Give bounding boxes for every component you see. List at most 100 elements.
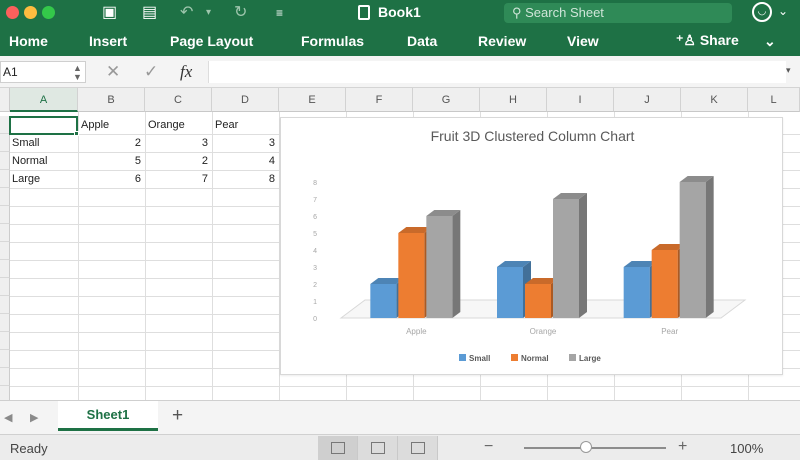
search-sheet-input[interactable]: ⚲ Search Sheet (504, 3, 732, 23)
column-header-h[interactable]: H (480, 88, 547, 112)
feedback-smiley-icon[interactable]: ◡ (752, 2, 772, 22)
chart-object[interactable]: Fruit 3D Clustered Column Chart 0 1 2 3 4 5 6 7 8… (280, 117, 783, 375)
minimize-window-button[interactable] (24, 6, 37, 19)
previous-sheet-icon[interactable]: ◀ (4, 411, 12, 424)
name-box[interactable]: A1 ▲ ▼ (0, 61, 86, 83)
sheet-tab-sheet1[interactable]: Sheet1 (58, 401, 158, 431)
tab-page-layout[interactable]: Page Layout (170, 33, 253, 49)
page-layout-view-button[interactable] (358, 436, 398, 460)
tab-view[interactable]: View (567, 33, 599, 49)
formula-input[interactable] (208, 61, 786, 83)
zoom-window-button[interactable] (42, 6, 55, 19)
chart-canvas: Fruit 3D Clustered Column Chart 0 1 2 3 4 5 6 7 8… (313, 128, 747, 363)
row-header[interactable] (0, 224, 10, 242)
column-header-a[interactable]: A (10, 88, 78, 112)
feedback-dropdown-icon[interactable]: ⌄ (778, 4, 788, 18)
zoom-slider[interactable] (524, 447, 666, 449)
cell-large-orange[interactable]: 7 (145, 170, 212, 188)
x-tick-label-orange: Orange (530, 327, 557, 336)
bar-pear-large-side (705, 176, 714, 318)
legend-swatch-small (459, 354, 466, 361)
header-cell-orange[interactable]: Orange (145, 116, 212, 134)
cell-normal-apple[interactable]: 5 (78, 152, 145, 170)
x-tick-label-pear: Pear (661, 327, 678, 336)
select-all-corner[interactable] (0, 88, 10, 112)
formula-bar: A1 ▲ ▼ ✕ ✓ fx ▾ (0, 56, 800, 88)
cell-small-orange[interactable]: 3 (145, 134, 212, 152)
tab-insert[interactable]: Insert (89, 33, 127, 49)
header-cell-apple[interactable]: Apple (78, 116, 145, 134)
page-break-view-button[interactable] (398, 436, 438, 460)
legend-swatch-normal (511, 354, 518, 361)
y-tick-label: 8 (313, 180, 317, 187)
column-header-c[interactable]: C (145, 88, 212, 112)
enter-formula-icon[interactable]: ✓ (144, 62, 158, 82)
column-header-l[interactable]: L (748, 88, 800, 112)
active-cell-a1[interactable] (9, 116, 78, 135)
sidebar-toggle-icon[interactable]: ▣ (102, 3, 117, 23)
normal-view-button[interactable] (318, 436, 358, 460)
tab-formulas[interactable]: Formulas (301, 33, 364, 49)
page-layout-icon (371, 442, 385, 454)
undo-dropdown-icon[interactable]: ▾ (206, 3, 211, 23)
next-sheet-icon[interactable]: ▶ (30, 411, 38, 424)
cell-small-pear[interactable]: 3 (212, 134, 279, 152)
title-bar: ▣ ▤ ↶ ▾ ↻ ≡ Book1 ⚲ Search Sheet ◡ ⌄ (0, 0, 800, 26)
row-header[interactable] (0, 278, 10, 296)
expand-formula-icon[interactable]: ▾ (786, 65, 791, 76)
column-header-e[interactable]: E (279, 88, 346, 112)
cancel-formula-icon[interactable]: ✕ (106, 62, 120, 82)
row-header[interactable] (0, 188, 10, 206)
tab-home[interactable]: Home (9, 33, 48, 49)
insert-function-icon[interactable]: fx (180, 62, 192, 82)
cell-normal-pear[interactable]: 4 (212, 152, 279, 170)
y-tick-label: 7 (313, 197, 317, 204)
row-label-normal[interactable]: Normal (9, 152, 78, 170)
legend-label-small: Small (469, 354, 490, 363)
zoom-in-button[interactable]: + (678, 438, 687, 456)
zoom-slider-thumb[interactable] (580, 441, 592, 453)
zoom-out-button[interactable]: − (484, 438, 493, 456)
row-header[interactable] (0, 314, 10, 332)
row-header[interactable] (0, 260, 10, 278)
grid-view-icon (331, 442, 345, 454)
share-button[interactable]: ⁺♙ Share (676, 32, 739, 49)
row-label-small[interactable]: Small (9, 134, 78, 152)
column-header-j[interactable]: J (614, 88, 681, 112)
row-header[interactable] (0, 332, 10, 350)
add-person-icon: ⁺♙ (676, 32, 700, 48)
name-box-stepper-icon[interactable]: ▲ ▼ (73, 64, 82, 82)
bar-orange-small (497, 267, 523, 318)
column-header-f[interactable]: F (346, 88, 413, 112)
status-text: Ready (10, 441, 48, 456)
add-sheet-button[interactable]: + (172, 405, 183, 427)
undo-icon[interactable]: ↶ (180, 3, 193, 23)
tab-data[interactable]: Data (407, 33, 437, 49)
row-header[interactable] (0, 206, 10, 224)
row-header[interactable] (0, 368, 10, 386)
column-header-g[interactable]: G (413, 88, 480, 112)
cell-large-apple[interactable]: 6 (78, 170, 145, 188)
zoom-level[interactable]: 100% (730, 441, 763, 456)
header-cell-pear[interactable]: Pear (212, 116, 279, 134)
column-header-k[interactable]: K (681, 88, 748, 112)
customize-toolbar-icon[interactable]: ≡ (276, 3, 283, 23)
bar-pear-large (679, 182, 706, 318)
collapse-ribbon-icon[interactable]: ⌄ (764, 33, 776, 50)
cell-small-apple[interactable]: 2 (78, 134, 145, 152)
column-header-d[interactable]: D (212, 88, 279, 112)
row-label-large[interactable]: Large (9, 170, 78, 188)
row-header[interactable] (0, 296, 10, 314)
cell-large-pear[interactable]: 8 (212, 170, 279, 188)
row-header[interactable] (0, 350, 10, 368)
save-icon[interactable]: ▤ (142, 3, 157, 23)
window-title: Book1 (378, 4, 421, 20)
redo-icon[interactable]: ↻ (234, 3, 247, 23)
y-tick-label: 3 (313, 265, 317, 272)
column-header-i[interactable]: I (547, 88, 614, 112)
row-header[interactable] (0, 242, 10, 260)
cell-normal-orange[interactable]: 2 (145, 152, 212, 170)
column-header-b[interactable]: B (78, 88, 145, 112)
tab-review[interactable]: Review (478, 33, 526, 49)
close-window-button[interactable] (6, 6, 19, 19)
